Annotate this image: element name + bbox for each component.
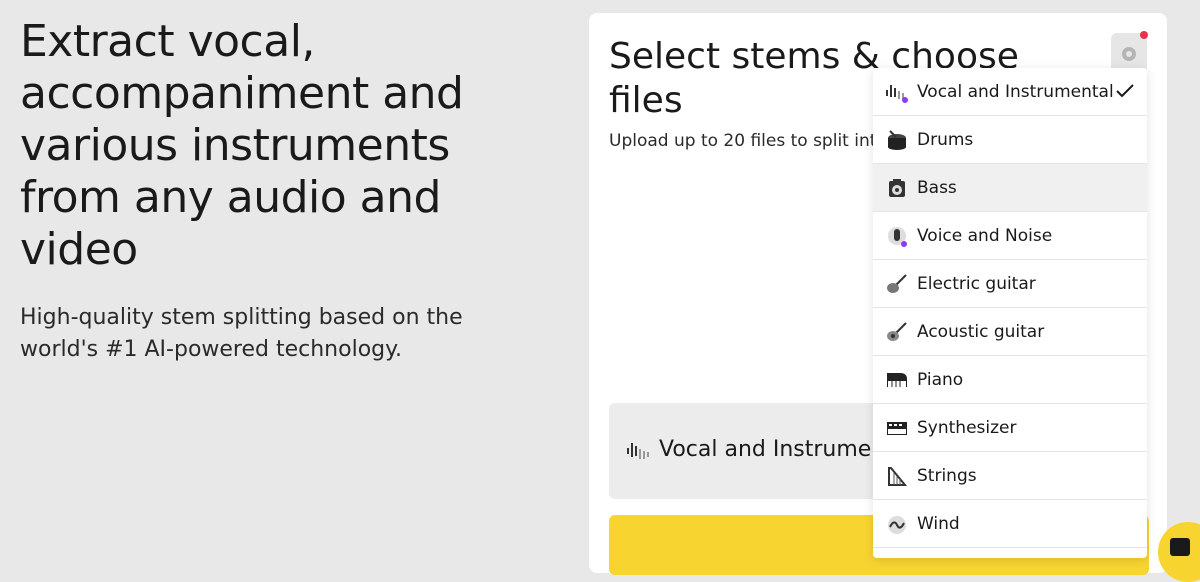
- drum-icon: [888, 129, 906, 150]
- dropdown-item-strings[interactable]: Strings: [873, 452, 1147, 500]
- dropdown-item-acoustic-guitar[interactable]: Acoustic guitar: [873, 308, 1147, 356]
- stem-dropdown: Vocal and Instrumental Drums Bass Voice …: [873, 68, 1147, 558]
- hero-section: Extract vocal, accompaniment and various…: [20, 16, 520, 366]
- dropdown-item-label: Synthesizer: [917, 417, 1017, 438]
- dropdown-item-label: Piano: [917, 369, 964, 390]
- synthesizer-icon: [887, 421, 907, 435]
- waveform-icon: [886, 84, 908, 103]
- checkmark-icon: [1116, 84, 1134, 98]
- hero-title: Extract vocal, accompaniment and various…: [20, 16, 464, 275]
- dropdown-item-synthesizer[interactable]: Synthesizer: [873, 404, 1147, 452]
- chat-icon: [1170, 538, 1190, 556]
- dropdown-item-label: Wind: [917, 513, 960, 534]
- dropdown-item-label: Voice and Noise: [917, 225, 1053, 246]
- dropdown-item-bass[interactable]: Bass: [873, 164, 1147, 212]
- dropdown-item-label: Strings: [917, 465, 977, 486]
- dropdown-item-label: Acoustic guitar: [917, 321, 1045, 342]
- dropdown-item-voice-noise[interactable]: Voice and Noise: [873, 212, 1147, 260]
- electric-guitar-icon: [887, 273, 907, 293]
- dropdown-item-label: Electric guitar: [917, 273, 1036, 294]
- settings-button[interactable]: [1111, 33, 1147, 73]
- dropdown-item-electric-guitar[interactable]: Electric guitar: [873, 260, 1147, 308]
- gear-icon: [1122, 47, 1136, 61]
- dropdown-item-piano[interactable]: Piano: [873, 356, 1147, 404]
- microphone-icon: [888, 226, 907, 247]
- dropdown-item-vocal-instrumental[interactable]: Vocal and Instrumental: [873, 68, 1147, 116]
- piano-icon: [887, 372, 907, 387]
- dropdown-item-label: Drums: [917, 129, 974, 150]
- dropdown-item-wind[interactable]: Wind: [873, 500, 1147, 548]
- wind-icon: [888, 515, 906, 534]
- dropdown-item-label: Vocal and Instrumental: [917, 81, 1114, 102]
- waveform-icon: [627, 443, 649, 459]
- notification-dot: [1140, 31, 1148, 39]
- hero-subtitle: High-quality stem splitting based on the…: [20, 305, 463, 362]
- dropdown-item-drums[interactable]: Drums: [873, 116, 1147, 164]
- acoustic-guitar-icon: [887, 321, 907, 341]
- panel-description: Upload up to 20 files to split into: [609, 131, 887, 151]
- bass-amp-icon: [889, 178, 905, 197]
- dropdown-item-label: Bass: [917, 177, 957, 198]
- harp-icon: [888, 466, 908, 486]
